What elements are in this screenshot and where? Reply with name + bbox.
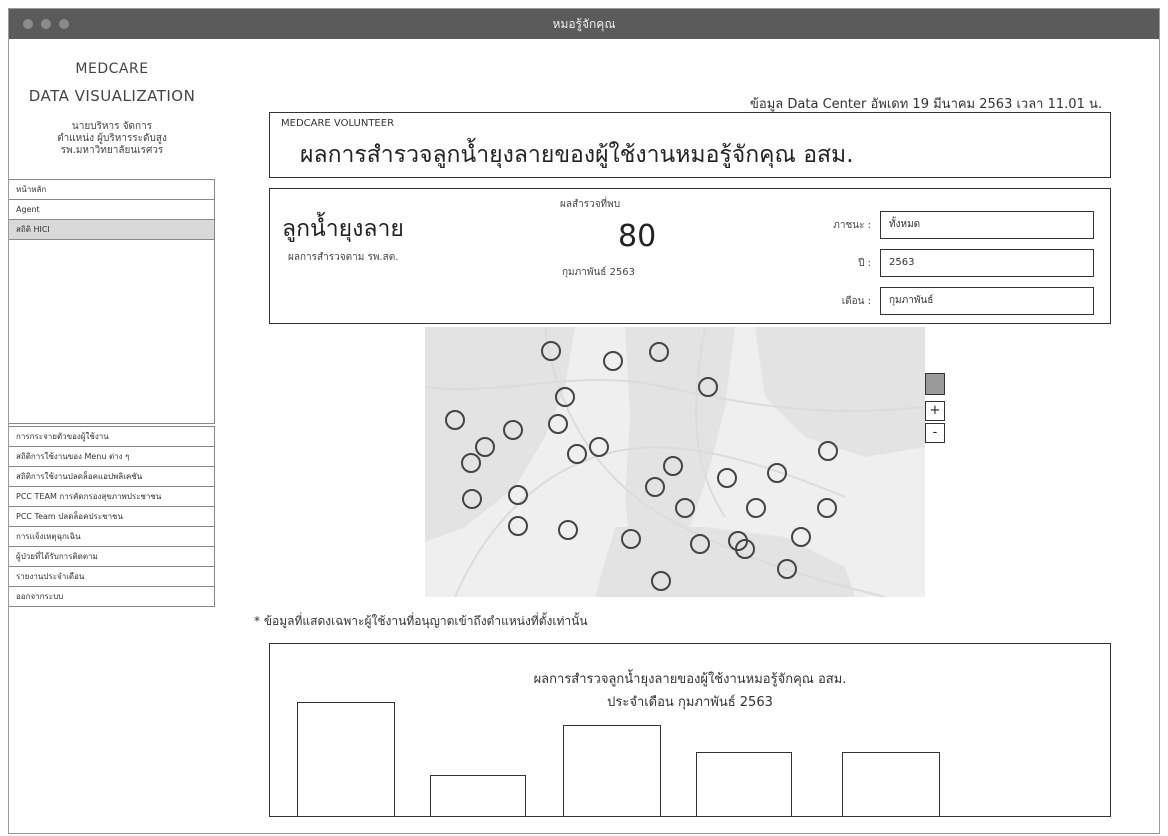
sidebar-item-followed-patients[interactable]: ผู้ป่วยที่ได้รับการติดตาม (9, 547, 214, 567)
chart-bar (842, 752, 940, 816)
map-canvas (425, 327, 925, 597)
zoom-out-button[interactable]: - (925, 423, 945, 443)
year-filter-label: ปี : (858, 258, 871, 269)
sidebar-item-emergency[interactable]: การแจ้งเหตุฉุกเฉิน (9, 527, 214, 547)
brand-line-2: DATA VISUALIZATION (28, 87, 196, 105)
container-filter-select[interactable]: ทั้งหมด (880, 211, 1094, 239)
found-month: กุมภาพันธ์ 2563 (562, 267, 636, 278)
container-filter-label: ภาชนะ : (833, 220, 871, 231)
survey-map[interactable] (425, 327, 925, 597)
map-marker[interactable] (791, 527, 811, 547)
sidebar-item-logout[interactable]: ออกจากระบบ (9, 587, 214, 607)
chart-bar (297, 702, 395, 816)
sidebar-item-home[interactable]: หน้าหลัก (9, 180, 214, 200)
map-marker[interactable] (558, 520, 578, 540)
month-filter-label: เดือน : (841, 296, 871, 307)
summary-panel: ลูกน้ำยุงลาย ผลการสำรวจตาม รพ.สต. ผลสำรว… (269, 188, 1111, 324)
sidebar-item-pcc-unlock[interactable]: PCC Team ปลดล็อคประชาชน (9, 507, 214, 527)
data-updated-text: ข้อมูล Data Center อัพเดท 19 มีนาคม 2563… (750, 97, 1102, 112)
map-marker[interactable] (717, 468, 737, 488)
sidebar-item-app-unlock-usage[interactable]: สถิติการใช้งานปลดล็อคแอปพลิเคชัน (9, 467, 214, 487)
map-layer-button[interactable] (925, 373, 945, 395)
chart-bar (696, 752, 792, 816)
sidebar-menu-bottom: การกระจายตัวของผู้ใช้งาน สถิติการใช้งานข… (9, 426, 215, 607)
year-filter-select[interactable]: 2563 (880, 249, 1094, 277)
location-note: * ข้อมูลที่แสดงเฉพาะผู้ใช้งานที่อนุญาตเข… (254, 614, 588, 628)
app-window: หมอรู้จักคุณ MEDCARE DATA VISUALIZATION … (8, 8, 1160, 834)
map-marker[interactable] (548, 414, 568, 434)
map-marker[interactable] (603, 351, 623, 371)
volunteer-label: MEDCARE VOLUNTEER (281, 118, 395, 129)
map-marker[interactable] (508, 516, 528, 536)
map-marker[interactable] (746, 498, 766, 518)
sidebar-item-hici-stats[interactable]: สถิติ HICI (9, 220, 214, 240)
map-marker[interactable] (817, 498, 837, 518)
user-position: ตำแหน่ง ผู้บริหารระดับสูง (57, 133, 167, 144)
chart-bar (430, 775, 526, 816)
month-filter-select[interactable]: กุมภาพันธ์ (880, 287, 1094, 315)
user-organization: รพ.มหาวิทยาลัยนเรศวร (60, 145, 164, 156)
sidebar-item-menu-usage[interactable]: สถิติการใช้งานของ Menu ต่าง ๆ (9, 447, 214, 467)
sidebar-item-agent[interactable]: Agent (9, 200, 214, 220)
found-value: 80 (618, 219, 657, 254)
map-marker[interactable] (567, 444, 587, 464)
map-marker[interactable] (508, 485, 528, 505)
sidebar-item-monthly-report[interactable]: รายงานประจำเดือน (9, 567, 214, 587)
map-marker[interactable] (818, 441, 838, 461)
page-title: ผลการสำรวจลูกน้ำยุงลายของผู้ใช้งานหมอรู้… (300, 142, 854, 168)
chart-bars (270, 644, 1110, 816)
window-title: หมอรู้จักคุณ (552, 17, 616, 31)
volunteer-header-panel: MEDCARE VOLUNTEER ผลการสำรวจลูกน้ำยุงลาย… (269, 112, 1111, 178)
found-label: ผลสำรวจที่พบ (560, 199, 621, 210)
summary-subtitle: ผลการสำรวจตาม รพ.สต. (288, 252, 399, 263)
map-marker[interactable] (589, 437, 609, 457)
zoom-in-button[interactable]: + (925, 401, 945, 421)
sidebar-item-pcc-screening[interactable]: PCC TEAM การคัดกรองสุขภาพประชาชน (9, 487, 214, 507)
monthly-bar-chart: ผลการสำรวจลูกน้ำยุงลายของผู้ใช้งานหมอรู้… (269, 643, 1111, 817)
brand-line-1: MEDCARE (75, 61, 149, 77)
sidebar-item-user-distribution[interactable]: การกระจายตัวของผู้ใช้งาน (9, 427, 214, 447)
title-bar: หมอรู้จักคุณ (9, 9, 1159, 39)
chart-bar (563, 725, 661, 816)
sidebar-menu-top: หน้าหลัก Agent สถิติ HICI (9, 179, 215, 424)
summary-title: ลูกน้ำยุงลาย (282, 216, 404, 242)
user-name: นายบริหาร จัดการ (71, 121, 153, 132)
